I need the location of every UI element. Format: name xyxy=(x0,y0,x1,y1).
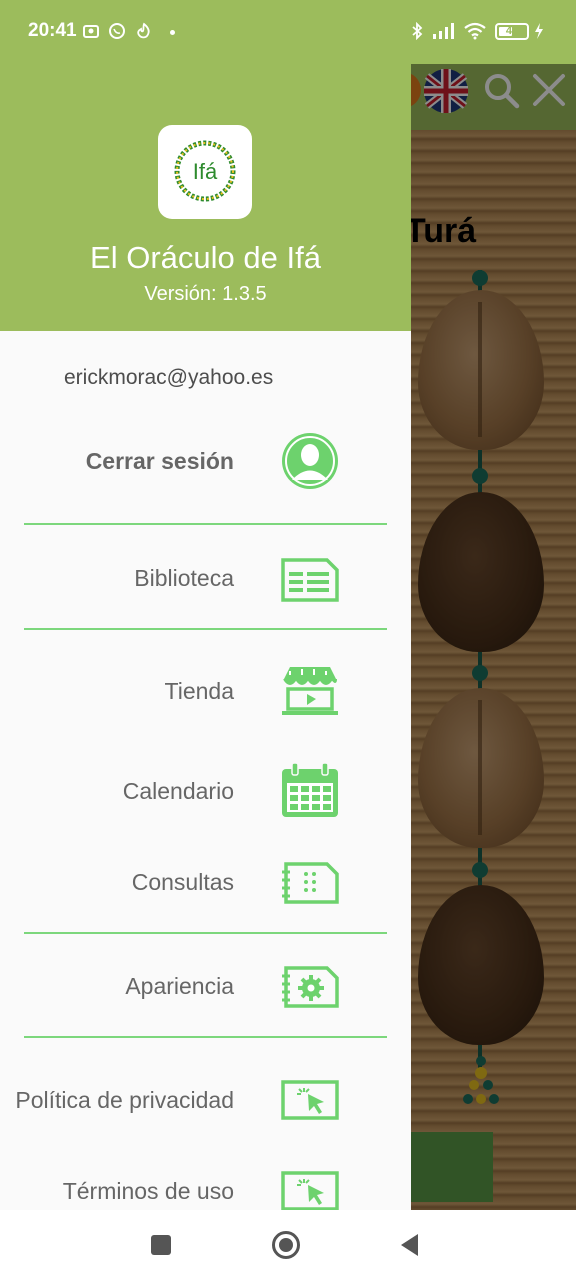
whatsapp-icon xyxy=(109,23,125,39)
menu-item-label: Términos de uso xyxy=(62,1178,234,1204)
privacy-pointer-icon xyxy=(281,1080,339,1120)
tinder-icon xyxy=(137,22,150,39)
menu-item-privacy[interactable]: Política de privacidad xyxy=(0,1065,411,1135)
divider xyxy=(24,628,387,630)
app-logo: Ifá xyxy=(158,125,252,219)
system-nav-bar xyxy=(0,1210,576,1280)
home-button[interactable] xyxy=(271,1230,301,1260)
menu-item-appearance[interactable]: Apariencia xyxy=(0,951,411,1021)
divider xyxy=(24,932,387,934)
store-icon xyxy=(282,667,338,715)
logout-label: Cerrar sesión xyxy=(85,448,234,474)
user-avatar-icon xyxy=(282,433,338,489)
status-bar: 20:41 48 xyxy=(0,0,576,64)
logout-item[interactable]: Cerrar sesión xyxy=(0,426,411,496)
appearance-settings-icon xyxy=(282,966,339,1008)
divider xyxy=(24,1036,387,1038)
svg-text:Ifá: Ifá xyxy=(193,159,218,184)
divider xyxy=(24,523,387,525)
recents-button[interactable] xyxy=(146,1230,176,1260)
menu-item-label: Política de privacidad xyxy=(15,1087,234,1113)
signal-icon xyxy=(433,23,454,39)
menu-item-terms[interactable]: Términos de uso xyxy=(0,1156,411,1210)
menu-item-label: Tienda xyxy=(164,678,234,704)
app-version: Versión: 1.3.5 xyxy=(144,283,267,305)
menu-item-label: Biblioteca xyxy=(134,565,234,591)
bluetooth-icon xyxy=(412,22,423,40)
menu-item-calendar[interactable]: Calendario xyxy=(0,756,411,826)
app-name: El Oráculo de Ifá xyxy=(90,240,321,275)
status-time: 20:41 xyxy=(28,20,77,41)
menu-item-label: Apariencia xyxy=(125,973,234,999)
battery-indicator: 48 xyxy=(495,23,529,40)
terms-pointer-icon xyxy=(281,1171,339,1210)
consultations-icon xyxy=(282,862,339,904)
menu-item-library[interactable]: Biblioteca xyxy=(0,543,411,613)
menu-item-label: Calendario xyxy=(122,778,234,804)
user-email: erickmorac@yahoo.es xyxy=(64,366,274,389)
calendar-icon xyxy=(282,762,338,817)
teams-icon xyxy=(83,25,99,38)
back-button[interactable] xyxy=(396,1230,426,1260)
library-icon xyxy=(281,558,339,602)
menu-item-consultations[interactable]: Consultas xyxy=(0,847,411,917)
charging-icon xyxy=(535,23,543,39)
menu-item-label: Consultas xyxy=(131,869,234,895)
navigation-drawer: Ifá El Oráculo de Ifá Versión: 1.3.5 eri… xyxy=(0,0,411,1210)
menu-item-store[interactable]: Tienda xyxy=(0,656,411,726)
notification-dot xyxy=(170,30,175,35)
ifa-logo-icon: Ifá xyxy=(174,140,236,202)
wifi-icon xyxy=(464,22,486,40)
